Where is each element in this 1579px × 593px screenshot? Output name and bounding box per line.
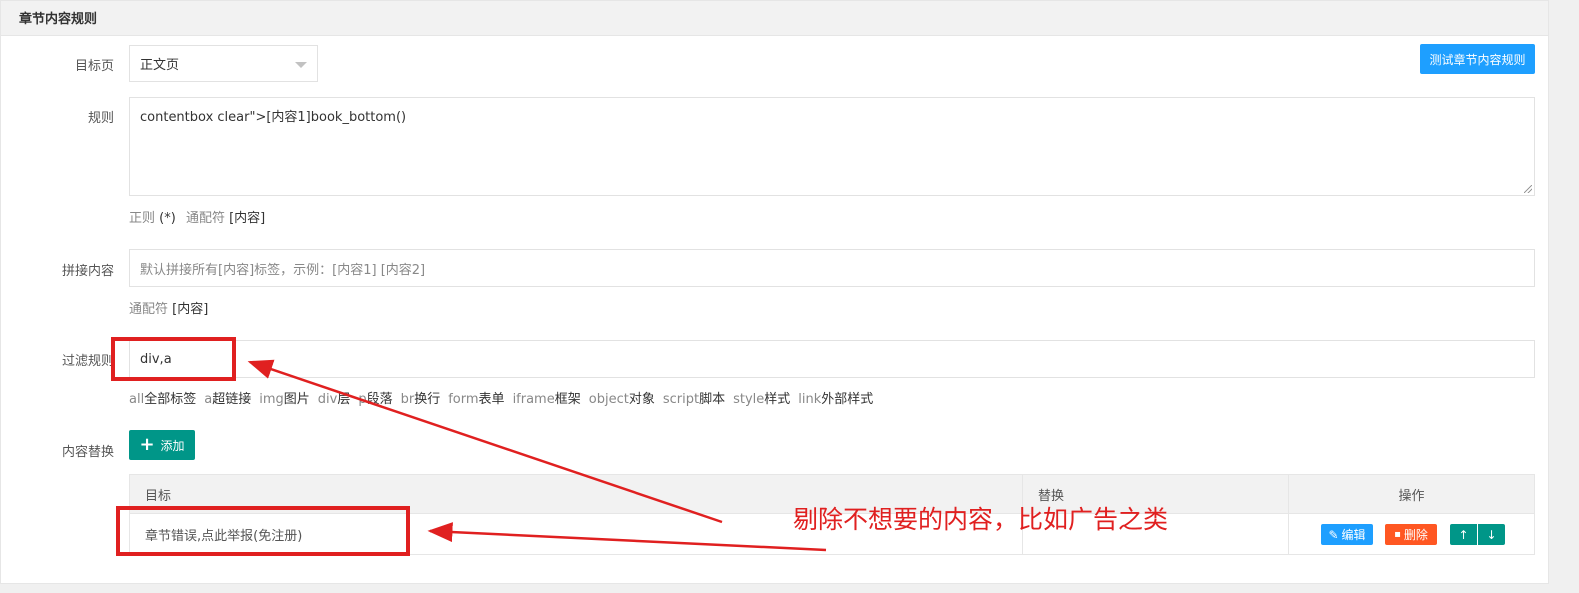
annotation-arrows (247, 359, 827, 552)
annotation-text: 剔除不想要的内容，比如广告之类 (793, 505, 1169, 534)
arrow-to-filter (247, 359, 723, 524)
arrow-to-target (427, 522, 827, 552)
